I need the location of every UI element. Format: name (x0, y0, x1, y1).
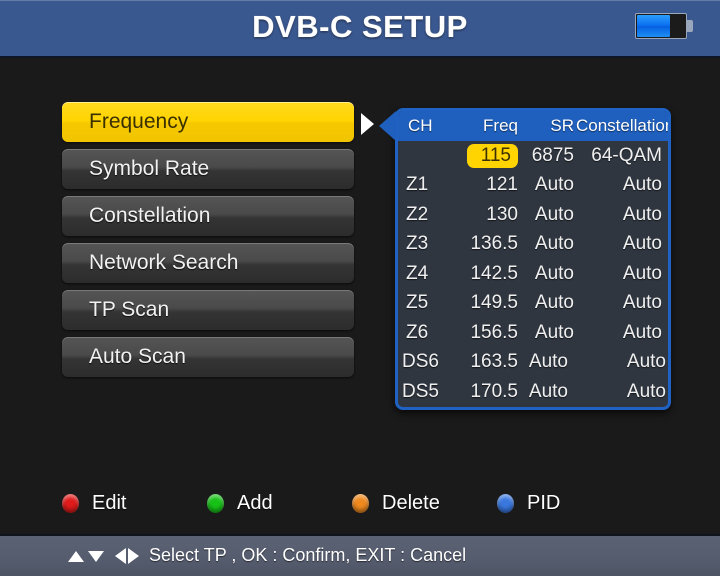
cell-freq: 130 (486, 203, 518, 225)
table-row[interactable]: Z5 149.5 Auto Auto (398, 289, 668, 319)
legend-item-pid[interactable]: PID (497, 492, 642, 515)
blue-dot-icon (497, 494, 514, 513)
menu-item-symbol-rate[interactable]: Symbol Rate (62, 149, 354, 189)
page-title: DVB-C SETUP (252, 9, 468, 44)
cell-constellation: 64-QAM (591, 144, 662, 166)
table-row[interactable]: 115 6875 64-QAM (398, 141, 668, 171)
cell-freq: 163.5 (470, 351, 518, 373)
table-row[interactable]: Z4 142.5 Auto Auto (398, 259, 668, 289)
cell-ch: DS6 (402, 351, 439, 373)
tp-table-body: 115 6875 64-QAM Z1 121 Auto Auto Z2 130 Auto Auto Z… (398, 141, 668, 407)
menu-item-frequency[interactable]: Frequency (62, 102, 354, 142)
cell-ch: Z2 (406, 203, 429, 225)
legend-item-label: PID (527, 492, 561, 514)
table-row[interactable]: Z6 156.5 Auto Auto (398, 318, 668, 348)
cell-sr: Auto (534, 292, 574, 314)
cell-sr: Auto (534, 262, 574, 284)
legend-item-label: Add (237, 492, 273, 514)
freq-edit-highlight[interactable]: 115 (466, 143, 518, 168)
column-header-sr: SR (550, 116, 574, 135)
cell-ch: Z6 (406, 321, 429, 343)
menu-item-label: Auto Scan (89, 345, 186, 368)
cell-constellation: Auto (622, 174, 662, 196)
cell-sr: Auto (534, 203, 574, 225)
menu-item-auto-scan[interactable]: Auto Scan (62, 337, 354, 377)
menu-item-network-search[interactable]: Network Search (62, 243, 354, 283)
tp-table-header: CH Freq SR Constellation (398, 111, 668, 141)
cell-freq: 115 (452, 143, 518, 168)
orange-dot-icon (352, 494, 369, 513)
battery-fill (637, 15, 670, 37)
battery-icon (635, 13, 695, 39)
cell-ch: Z1 (406, 174, 429, 196)
table-row[interactable]: Z3 136.5 Auto Auto (398, 230, 668, 260)
arrow-left-icon (115, 548, 126, 564)
cell-sr: Auto (534, 321, 574, 343)
red-dot-icon (62, 494, 79, 513)
legend-item-delete[interactable]: Delete (352, 492, 497, 515)
cell-constellation: Auto (622, 321, 662, 343)
legend-item-label: Delete (382, 492, 440, 514)
cell-freq: 136.5 (470, 233, 518, 255)
status-bar: Select TP , OK : Confirm, EXIT : Cancel (0, 534, 720, 576)
legend-item-edit[interactable]: Edit (62, 492, 207, 515)
table-row[interactable]: DS6 163.5 Auto Auto (398, 348, 668, 378)
arrow-right-icon (128, 548, 139, 564)
cell-constellation: Auto (622, 203, 662, 225)
cell-freq: 170.5 (470, 380, 518, 402)
arrow-up-icon (68, 550, 84, 562)
title-bar: DVB-C SETUP (0, 0, 720, 58)
menu-item-label: Network Search (89, 251, 239, 274)
cell-constellation: Auto (622, 262, 662, 284)
column-header-ch: CH (408, 116, 433, 135)
menu-item-label: Frequency (89, 110, 189, 133)
table-row[interactable]: DS5 170.5 Auto Auto (398, 377, 668, 407)
panel-pointer-icon (379, 111, 396, 141)
cell-freq: 121 (486, 174, 518, 196)
table-row[interactable]: Z1 121 Auto Auto (398, 171, 668, 201)
legend-item-label: Edit (92, 492, 127, 514)
cell-sr: Auto (528, 380, 568, 402)
menu-item-label: Symbol Rate (89, 157, 210, 180)
table-row[interactable]: Z2 130 Auto Auto (398, 200, 668, 230)
cell-freq: 149.5 (470, 292, 518, 314)
legend-item-add[interactable]: Add (207, 492, 352, 515)
cell-constellation: Auto (622, 233, 662, 255)
cell-ch: DS5 (402, 380, 439, 402)
cell-sr: 6875 (531, 144, 574, 166)
cell-freq: 156.5 (470, 321, 518, 343)
battery-body (635, 13, 687, 39)
settings-menu: Frequency Symbol Rate Constellation Network… (62, 102, 354, 384)
status-hint-group: Select TP , OK : Confirm, EXIT : Cancel (68, 545, 466, 567)
column-header-freq: Freq (483, 116, 518, 135)
cell-ch: Z4 (406, 262, 429, 284)
dvbc-setup-screen: DVB-C SETUP Frequency Symbol Rate Constell… (0, 0, 720, 576)
chevron-right-icon (361, 113, 374, 135)
cell-sr: Auto (528, 351, 568, 373)
menu-item-label: Constellation (89, 204, 211, 227)
cell-freq: 142.5 (470, 262, 518, 284)
cell-sr: Auto (534, 233, 574, 255)
cell-ch: Z5 (406, 292, 429, 314)
menu-item-constellation[interactable]: Constellation (62, 196, 354, 236)
column-header-constellation: Constellation (576, 116, 671, 135)
cell-sr: Auto (534, 174, 574, 196)
menu-item-tp-scan[interactable]: TP Scan (62, 290, 354, 330)
arrow-down-icon (88, 550, 104, 562)
tp-list-panel[interactable]: CH Freq SR Constellation 115 6875 64-QAM Z1… (395, 108, 671, 410)
cell-constellation: Auto (626, 380, 666, 402)
cell-constellation: Auto (622, 292, 662, 314)
status-hint-text: Select TP , OK : Confirm, EXIT : Cancel (149, 545, 467, 565)
cell-ch: Z3 (406, 233, 429, 255)
battery-cap (687, 20, 693, 32)
cell-constellation: Auto (626, 351, 666, 373)
color-key-legend: Edit Add Delete PID (62, 492, 672, 515)
green-dot-icon (207, 494, 224, 513)
menu-item-label: TP Scan (89, 298, 170, 321)
